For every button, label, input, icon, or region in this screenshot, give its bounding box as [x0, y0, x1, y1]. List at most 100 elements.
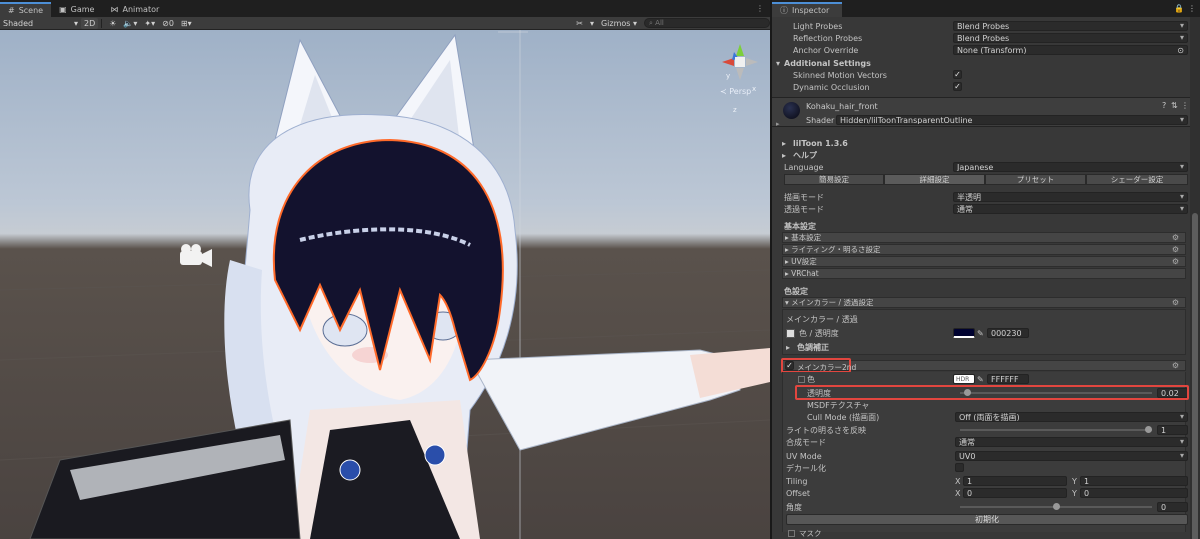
- section-uv[interactable]: ▸ UV設定 ⚙: [782, 256, 1186, 267]
- render-mode-dropdown[interactable]: 半透明: [953, 192, 1188, 202]
- decal-checkbox[interactable]: [955, 463, 964, 472]
- color2-hex-field[interactable]: FFFFFF: [987, 374, 1029, 384]
- angle-slider-track[interactable]: [960, 503, 1152, 510]
- offset-x-field[interactable]: 0: [963, 488, 1067, 498]
- material-foldout-icon[interactable]: ▸: [776, 120, 780, 128]
- color2-swatch[interactable]: HDR: [953, 374, 975, 384]
- decal-row: デカール化: [772, 462, 1190, 474]
- eyedropper-icon[interactable]: ✎: [977, 329, 984, 338]
- basic-settings-heading-row: 基本設定: [772, 220, 1190, 232]
- tab-shader-settings[interactable]: シェーダー設定: [1086, 174, 1188, 185]
- transparency-mode-dropdown[interactable]: 通常: [953, 204, 1188, 214]
- scene-search-input[interactable]: ⌕ All: [644, 18, 770, 28]
- color-correction-label: 色調補正: [797, 342, 829, 352]
- tiling-y-value: 1: [1084, 476, 1090, 486]
- camera-settings-icon[interactable]: ▾: [587, 18, 597, 29]
- visibility-toggle-icon[interactable]: ⊘ 0: [159, 18, 177, 29]
- tab-scene[interactable]: # Scene: [0, 2, 52, 17]
- texture-slot-icon[interactable]: [788, 529, 795, 537]
- tab-inspector[interactable]: ⓘ Inspector: [772, 2, 842, 17]
- cull-mode-dropdown[interactable]: Off (両面を描画): [955, 412, 1188, 422]
- persp-icon: ≺: [720, 87, 730, 96]
- light-reflect-slider-track[interactable]: [960, 426, 1152, 433]
- material-menu-icon[interactable]: ⋮: [1181, 101, 1189, 110]
- foldout-open-icon: ▾: [776, 58, 781, 68]
- section-lighting[interactable]: ▸ ライティング・明るさ設定 ⚙: [782, 244, 1186, 255]
- gizmos-dropdown[interactable]: Gizmos ▾: [598, 18, 640, 29]
- tab-game[interactable]: ▣ Game: [51, 2, 102, 17]
- angle-value-field[interactable]: 0: [1157, 502, 1188, 512]
- section-main-color[interactable]: ▾ メインカラー / 透過設定 ⚙: [782, 297, 1186, 308]
- light-probes-dropdown[interactable]: Blend Probes: [953, 21, 1188, 31]
- cull-mode-value: Off (両面を描画): [959, 412, 1020, 422]
- help-icon[interactable]: ?: [1162, 101, 1166, 110]
- scene-tab-bar: # Scene ▣ Game ⋈ Animator ⋮: [0, 0, 770, 17]
- gear-icon[interactable]: ⚙: [1172, 298, 1179, 307]
- color-correction-row[interactable]: ▸ 色調補正: [772, 341, 1190, 353]
- eyedropper-icon[interactable]: ✎: [977, 375, 984, 384]
- liltoon-version-row[interactable]: ▸ lilToon 1.3.6: [772, 137, 1190, 149]
- additional-settings-row[interactable]: ▾ Additional Settings: [772, 57, 1190, 69]
- tiling-y-field[interactable]: 1: [1080, 476, 1188, 486]
- uv-mode-dropdown[interactable]: UV0: [955, 451, 1188, 461]
- 2d-toggle-button[interactable]: 2D: [81, 17, 99, 29]
- skinned-motion-checkbox[interactable]: ✓: [953, 70, 962, 79]
- tab-advanced-settings[interactable]: 詳細設定: [884, 174, 985, 185]
- render-mode-value: 半透明: [957, 192, 981, 202]
- toolbar-divider: [101, 18, 103, 28]
- search-placeholder: All: [655, 19, 664, 27]
- help-row[interactable]: ▸ ヘルプ: [772, 149, 1190, 161]
- object-picker-icon[interactable]: ⊙: [1177, 46, 1184, 54]
- color-alpha-swatch[interactable]: [953, 328, 975, 338]
- tab-presets[interactable]: プリセット: [985, 174, 1086, 185]
- foldout-closed-icon: ▸: [782, 138, 787, 148]
- tiling-x-field[interactable]: 1: [963, 476, 1067, 486]
- texture-slot-icon[interactable]: [798, 375, 805, 383]
- section-basic[interactable]: ▸ 基本設定 ⚙: [782, 232, 1186, 243]
- blend-mode-row: 合成モード 通常: [772, 436, 1190, 448]
- anchor-override-field[interactable]: None (Transform) ⊙: [953, 45, 1188, 55]
- gear-icon[interactable]: ⚙: [1172, 257, 1179, 266]
- angle-slider-thumb[interactable]: [1052, 503, 1060, 510]
- offset-y-field[interactable]: 0: [1080, 488, 1188, 498]
- main-color-2nd-checkbox[interactable]: ✓: [785, 361, 794, 370]
- reflection-probes-value: Blend Probes: [957, 33, 1010, 43]
- inspector-scrollbar[interactable]: [1190, 17, 1200, 539]
- basic-settings-heading: 基本設定: [784, 221, 816, 231]
- light-reflect-value-field[interactable]: 1: [1157, 425, 1188, 435]
- chevron-down-icon: ▾: [630, 18, 637, 28]
- section-vrchat[interactable]: ▸ VRChat: [782, 268, 1186, 279]
- light-reflect-slider-thumb[interactable]: [1145, 426, 1152, 433]
- shader-dropdown[interactable]: Hidden/lilToonTransparentOutline: [836, 115, 1188, 125]
- color-alpha-label: 色 / 透明度: [799, 328, 839, 338]
- lock-icon[interactable]: 🔒: [1174, 4, 1188, 13]
- gear-icon[interactable]: ⚙: [1172, 245, 1179, 254]
- preset-icon[interactable]: ⇅: [1171, 101, 1178, 110]
- effects-toggle-icon[interactable]: ✦▾: [141, 18, 158, 29]
- inspector-menu-icon[interactable]: ⋮: [1188, 4, 1200, 13]
- reset-button[interactable]: 初期化: [786, 514, 1188, 525]
- dynamic-occlusion-checkbox[interactable]: ✓: [953, 82, 962, 91]
- chevron-down-icon: ▾: [73, 18, 78, 28]
- scene-menu-icon[interactable]: ⋮: [750, 4, 770, 13]
- scene-viewport[interactable]: y x z ≺ Persp: [0, 30, 770, 539]
- gear-icon[interactable]: ⚙: [1172, 361, 1179, 370]
- scrollbar-thumb[interactable]: [1192, 213, 1198, 539]
- persp-toggle[interactable]: ≺ Persp: [720, 87, 751, 96]
- blend-mode-dropdown[interactable]: 通常: [955, 437, 1188, 447]
- foldout-closed-icon: ▸: [786, 342, 791, 352]
- tools-icon[interactable]: ✂: [573, 18, 586, 29]
- gear-icon[interactable]: ⚙: [1172, 233, 1179, 242]
- tab-simple-settings[interactable]: 簡易設定: [784, 174, 884, 185]
- color-alpha-hex-field[interactable]: 000230: [987, 328, 1029, 338]
- shading-mode-dropdown[interactable]: Shaded ▾: [0, 18, 80, 29]
- tab-animator[interactable]: ⋈ Animator: [102, 2, 167, 17]
- language-dropdown[interactable]: Japanese: [953, 162, 1188, 172]
- light-probes-row: Light Probes Blend Probes: [772, 20, 1190, 32]
- lighting-toggle-icon[interactable]: ☀: [106, 18, 119, 29]
- grid-toggle-icon[interactable]: ⊞▾: [178, 18, 195, 29]
- texture-slot-icon[interactable]: [786, 328, 795, 338]
- audio-toggle-icon[interactable]: 🔈▾: [120, 18, 140, 29]
- reflection-probes-dropdown[interactable]: Blend Probes: [953, 33, 1188, 43]
- mask-label: マスク: [799, 528, 822, 538]
